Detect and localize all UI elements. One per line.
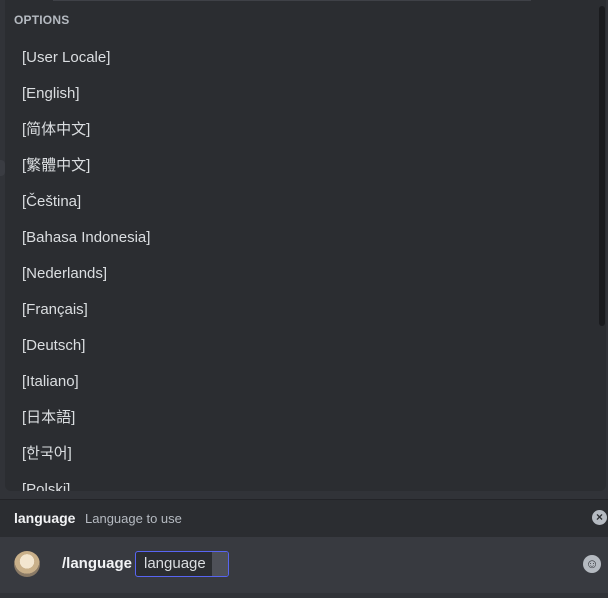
option-dutch[interactable]: [Nederlands] xyxy=(5,256,595,292)
parameter-description: Language to use xyxy=(85,511,182,526)
close-icon[interactable]: × xyxy=(592,510,607,525)
parameter-bar: language Language to use × xyxy=(0,499,608,537)
option-list: [User Locale] [English] [简体中文] [繁體中文] [Č… xyxy=(5,40,595,491)
option-korean[interactable]: [한국어] xyxy=(5,436,595,472)
option-indonesian[interactable]: [Bahasa Indonesia] xyxy=(5,220,595,256)
command-name: /language xyxy=(62,555,133,572)
emoji-smile-icon[interactable]: ☺ xyxy=(583,555,601,573)
options-header: OPTIONS xyxy=(14,13,70,27)
option-chip-language[interactable]: language xyxy=(135,551,229,577)
popup-scrollbar[interactable] xyxy=(599,0,606,491)
scrollbar-thumb[interactable] xyxy=(599,6,605,326)
avatar xyxy=(14,551,40,577)
option-english[interactable]: [English] xyxy=(5,76,595,112)
option-chinese-traditional[interactable]: [繁體中文] xyxy=(5,148,595,184)
option-italian[interactable]: [Italiano] xyxy=(5,364,595,400)
option-french[interactable]: [Français] xyxy=(5,292,595,328)
option-japanese[interactable]: [日本語] xyxy=(5,400,595,436)
autocomplete-popup: OPTIONS [User Locale] [English] [简体中文] [… xyxy=(5,0,606,491)
option-chip-label: language xyxy=(144,555,206,572)
option-german[interactable]: [Deutsch] xyxy=(5,328,595,364)
option-chip-caret xyxy=(212,552,228,576)
option-czech[interactable]: [Čeština] xyxy=(5,184,595,220)
parameter-name: language xyxy=(14,510,76,526)
message-composer[interactable]: /language language ☺ xyxy=(0,537,608,593)
option-user-locale[interactable]: [User Locale] xyxy=(5,40,595,76)
popup-divider xyxy=(53,0,531,1)
option-chinese-simplified[interactable]: [简体中文] xyxy=(5,112,595,148)
option-polish[interactable]: [Polski] xyxy=(5,472,595,491)
